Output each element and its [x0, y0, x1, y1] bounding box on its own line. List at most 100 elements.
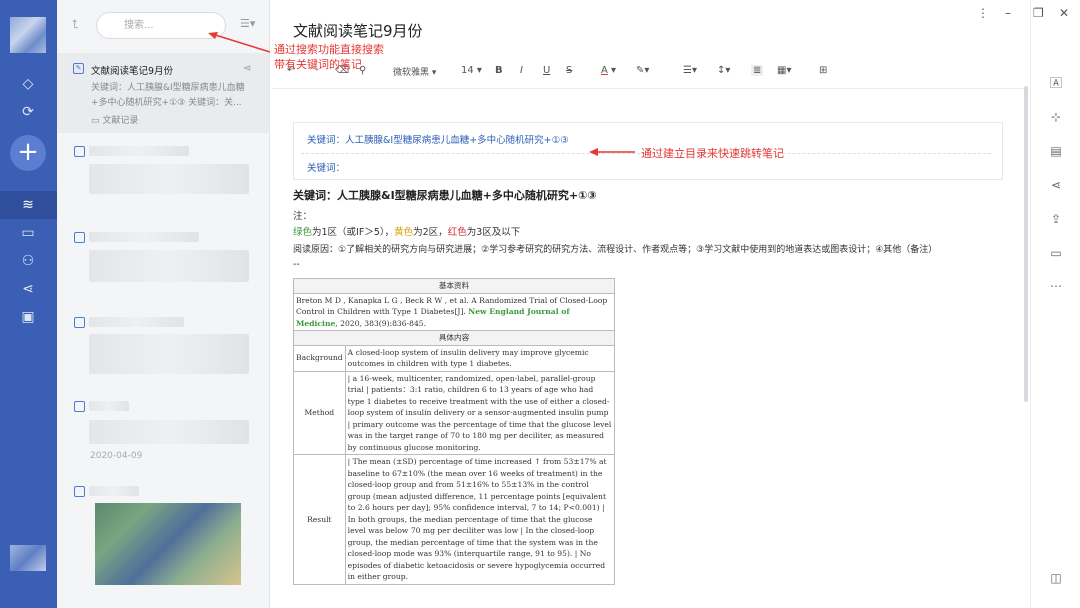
user-avatar[interactable] [10, 17, 46, 53]
list-item[interactable] [89, 486, 139, 496]
row-label: Background [293, 344, 346, 372]
back-icon[interactable]: ⮤ [72, 17, 79, 32]
note-edit-icon [74, 232, 85, 243]
table-icon[interactable]: ▦▾ [777, 65, 791, 76]
paper-table: 基本资料 Breton M D , Kanapka L G , Beck R W… [293, 278, 616, 585]
share-icon[interactable]: ⋖ [1049, 178, 1063, 192]
bottom-avatar[interactable] [10, 545, 46, 571]
zone-legend-line: 绿色为1区（或IF＞5），黄色为2区，红色为3区及以下 [293, 224, 520, 238]
annotation-search-1: 通过搜索功能直接搜索 [274, 43, 384, 56]
list-item[interactable] [89, 317, 184, 327]
highlight-icon[interactable]: ✎▾ [636, 65, 649, 76]
comment-icon[interactable]: ▭ [1049, 246, 1063, 260]
font-select-value: 微软雅黑 [393, 68, 430, 78]
sort-menu-icon[interactable]: ☰▾ [240, 17, 255, 30]
zone-red: 红色 [447, 227, 467, 238]
annotation-search-2: 带有关键词的笔记 [274, 58, 362, 71]
citation-volume: , 2020, 383(9):836-845. [335, 318, 427, 328]
new-note-button[interactable]: + [10, 135, 46, 171]
editor-scrollbar[interactable] [1024, 86, 1028, 402]
font-size-select[interactable]: 14 ▾ [461, 65, 482, 76]
table-row: Method | a 16-week, multicenter, randomi… [293, 370, 616, 455]
note-date: 2020-04-09 [90, 451, 143, 461]
note-edit-icon [74, 401, 85, 412]
font-select[interactable]: 微软雅黑 ▾ [393, 65, 436, 78]
toc-item-2[interactable]: 关键词： [307, 160, 345, 174]
layout-icon[interactable]: ◫ [1049, 571, 1063, 585]
note-item-title: 文献阅读笔记9月份 [91, 66, 174, 77]
notes-stack-icon[interactable]: ≋ [17, 194, 39, 216]
contacts-icon[interactable]: ⚇ [17, 250, 39, 272]
font-color-button[interactable]: A [601, 65, 608, 76]
row-label: Result [293, 454, 346, 585]
note-item-folder-label: 文献记录 [102, 116, 139, 126]
note-edit-icon: ✎ [73, 63, 84, 74]
list-icon[interactable]: ≣ [751, 65, 764, 76]
table-row: Background A closed-loop system of insul… [293, 344, 616, 372]
insert-icon[interactable]: ⊞ [819, 65, 827, 76]
row-text: A closed-loop system of insulin delivery… [344, 344, 616, 372]
strike-button[interactable]: S [566, 65, 572, 76]
font-size-value: 14 [461, 65, 474, 76]
row-text: | The mean (±SD) percentage of time incr… [344, 454, 616, 585]
list-item[interactable] [89, 401, 129, 411]
align-icon[interactable]: ☰▾ [683, 65, 697, 76]
list-item-preview [89, 164, 249, 194]
share-icon[interactable]: ⋖ [243, 63, 251, 74]
note-edit-icon [74, 486, 85, 497]
add-frame-icon[interactable]: ⊹ [1049, 110, 1063, 124]
note-edit-icon [74, 146, 85, 157]
section-heading: 关键词：人工胰腺&I型糖尿病患儿血糖+多中心随机研究+①③ [293, 189, 597, 202]
more-vertical-icon[interactable]: ⋮ [977, 6, 989, 20]
share-icon[interactable]: ⋖ [17, 278, 39, 300]
table-row: Result | The mean (±SD) percentage of ti… [293, 454, 616, 585]
note-edit-icon [74, 317, 85, 328]
zone-part1: 为1区（或IF＞5）， [312, 227, 395, 238]
document-icon[interactable]: ▤ [1049, 144, 1063, 158]
search-input[interactable]: 搜索... [96, 12, 226, 39]
line-height-icon[interactable]: ↕▾ [717, 65, 730, 76]
note-thumbnail [95, 503, 241, 585]
annotation-toc: 通过建立目录来快速跳转笔记 [641, 147, 784, 160]
trash-icon[interactable]: ▣ [17, 306, 39, 328]
bold-button[interactable]: B [495, 65, 503, 76]
note-item-active[interactable]: ✎ 文献阅读笔记9月份 ⋖ 关键词：人工胰腺&I型糖尿病患儿血糖+多中心随机研究… [57, 53, 269, 133]
translate-icon[interactable]: 🄰 [1049, 76, 1063, 90]
app-window: ◇ ⟳ + ≋ ▭ ⚇ ⋖ ▣ ⮤ 搜索... ☰▾ ✎ 文献阅读笔记9月份 ⋖… [0, 0, 1080, 608]
zone-yellow: 黄色 [394, 227, 414, 238]
chevron-down-icon[interactable]: ▾ [611, 65, 616, 76]
folder-icon: ▭ [91, 116, 103, 126]
more-icon[interactable]: ⋯ [1049, 279, 1063, 293]
underline-button[interactable]: U [543, 65, 550, 76]
list-item-preview [89, 334, 249, 374]
table-header-basic: 基本资料 [293, 278, 615, 294]
list-item[interactable] [89, 146, 189, 156]
note-label: 注： [293, 211, 313, 222]
editor-panel: 文献阅读笔记9月份 ↶ ↷ ⌫ ⚲ 微软雅黑 ▾ 14 ▾ B I U S A … [271, 0, 1029, 608]
zone-part3: 为3区及以下 [466, 227, 521, 238]
list-item-preview [89, 420, 249, 444]
diamond-icon[interactable]: ◇ [17, 73, 39, 95]
folder-icon[interactable]: ▭ [17, 222, 39, 244]
italic-button[interactable]: I [520, 65, 523, 76]
list-item-preview [89, 250, 249, 282]
reading-reason: 阅读原因：①了解相关的研究方向与研究进展；②学习参考研究的研究方法、流程设计、作… [293, 245, 938, 255]
export-icon[interactable]: ⇪ [1049, 212, 1063, 226]
zone-part2: 为2区， [413, 227, 448, 238]
toolbar-divider [271, 88, 1029, 89]
list-item[interactable] [89, 232, 199, 242]
restore-icon[interactable]: ❐ [1033, 6, 1044, 20]
note-item-folder: ▭ 文献记录 [91, 113, 138, 126]
left-rail: ◇ ⟳ + ≋ ▭ ⚇ ⋖ ▣ [0, 0, 57, 608]
sync-icon[interactable]: ⟳ [17, 101, 39, 123]
right-toolbar: ⋮ – ❐ ✕ 🄰 ⊹ ▤ ⋖ ⇪ ▭ ⋯ ◫ [977, 0, 1080, 608]
note-title[interactable]: 文献阅读笔记9月份 [293, 20, 423, 41]
citation-cell: Breton M D , Kanapka L G , Beck R W , et… [293, 292, 615, 331]
zone-green: 绿色 [293, 227, 313, 238]
close-icon[interactable]: ✕ [1059, 6, 1069, 20]
note-list-panel: ⮤ 搜索... ☰▾ ✎ 文献阅读笔记9月份 ⋖ 关键词：人工胰腺&I型糖尿病患… [57, 0, 270, 608]
note-item-preview: 关键词：人工胰腺&I型糖尿病患儿血糖+多中心随机研究+①③ 关键词：关... [91, 83, 245, 108]
minimize-icon[interactable]: – [1005, 6, 1011, 20]
format-toolbar: ↶ ↷ ⌫ ⚲ 微软雅黑 ▾ 14 ▾ B I U S A ▾ ✎▾ ☰▾ ↕▾… [285, 65, 1005, 83]
toc-item-1[interactable]: 关键词：人工胰腺&I型糖尿病患儿血糖+多中心随机研究+①③ [307, 132, 569, 146]
